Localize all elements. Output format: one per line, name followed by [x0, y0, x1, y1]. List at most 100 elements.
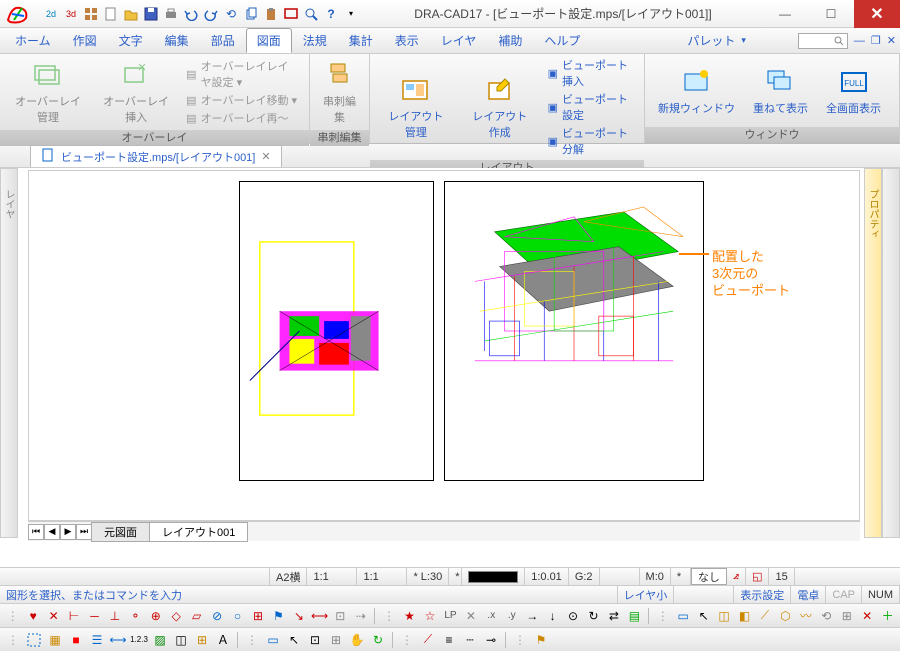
- snap-line-icon[interactable]: ─: [86, 607, 103, 625]
- layout-create-button[interactable]: レイアウト作成: [460, 71, 540, 143]
- arrow-right-icon[interactable]: →: [523, 607, 540, 625]
- qat-zoom-icon[interactable]: [302, 5, 320, 23]
- line-weight-icon[interactable]: ≡: [440, 631, 458, 649]
- fill-icon[interactable]: ▦: [46, 631, 64, 649]
- sel-cross-icon[interactable]: ◧: [736, 607, 753, 625]
- minimize-button[interactable]: —: [762, 0, 808, 28]
- snap-grid-icon[interactable]: ⊞: [249, 607, 266, 625]
- star-outline-icon[interactable]: ☆: [421, 607, 438, 625]
- refresh-icon[interactable]: ↻: [369, 631, 387, 649]
- document-tab[interactable]: ビューポート設定.mps/[レイアウト001] ✕: [30, 145, 282, 167]
- g-status[interactable]: G:2: [569, 568, 600, 585]
- block-icon[interactable]: ◫: [172, 631, 190, 649]
- search-box[interactable]: [798, 33, 848, 49]
- maximize-button[interactable]: ☐: [808, 0, 854, 28]
- tb2-handle4-icon[interactable]: ⋮: [511, 631, 529, 649]
- num-status[interactable]: 15: [769, 568, 794, 585]
- snap-center-icon[interactable]: ⊕: [147, 607, 164, 625]
- m-status[interactable]: M:0: [640, 568, 671, 585]
- qat-screen-icon[interactable]: [282, 5, 300, 23]
- layer-small[interactable]: レイヤ小: [618, 586, 675, 603]
- tb-handle-icon[interactable]: ⋮: [4, 607, 21, 625]
- overlay-insert-button[interactable]: オーバーレイ挿入: [94, 56, 178, 128]
- pan-icon[interactable]: ✋: [348, 631, 366, 649]
- tab-edit[interactable]: 編集: [154, 28, 200, 53]
- color-icon[interactable]: ■: [67, 631, 85, 649]
- none-status[interactable]: なし: [691, 568, 727, 585]
- qat-copy-icon[interactable]: [242, 5, 260, 23]
- qat-open-icon[interactable]: [122, 5, 140, 23]
- dim-icon[interactable]: ⟷: [109, 631, 127, 649]
- paper-size[interactable]: A2横: [270, 568, 307, 585]
- arrow-down-icon[interactable]: ↓: [544, 607, 561, 625]
- zoom-all-icon[interactable]: ⊞: [327, 631, 345, 649]
- qat-paste-icon[interactable]: [262, 5, 280, 23]
- overlay-layer-set-button[interactable]: ▤オーバーレイレイヤ設定 ▾: [182, 57, 303, 91]
- arrow-icon[interactable]: ↘: [290, 607, 307, 625]
- drawing-canvas[interactable]: 配置した 3次元の ビューポート: [28, 170, 860, 521]
- skewer-edit-button[interactable]: 串刺編集: [316, 56, 363, 128]
- cursor-icon[interactable]: ↖: [285, 631, 303, 649]
- snap-end-icon[interactable]: ⊢: [65, 607, 82, 625]
- ratio[interactable]: 1:0.01: [525, 568, 569, 585]
- line-style-icon[interactable]: ⟋: [419, 631, 437, 649]
- left-sidebar[interactable]: レイヤ: [0, 168, 18, 538]
- zoom-win-icon[interactable]: ⊡: [306, 631, 324, 649]
- qat-help-icon[interactable]: ?: [322, 5, 340, 23]
- qat-grid-icon[interactable]: [82, 5, 100, 23]
- scale1[interactable]: 1:1: [307, 568, 357, 585]
- snap-quad-icon[interactable]: ◇: [168, 607, 185, 625]
- right-sidebar[interactable]: [882, 168, 900, 538]
- layer-list-icon[interactable]: ☰: [88, 631, 106, 649]
- snap-ext-icon[interactable]: ⇢: [352, 607, 369, 625]
- layout-tab-original[interactable]: 元図面: [91, 522, 150, 542]
- qat-save-icon[interactable]: [142, 5, 160, 23]
- layout-tab-layout001[interactable]: レイアウト001: [149, 522, 248, 542]
- viewport-split-button[interactable]: ▣ビューポート分解: [544, 124, 638, 158]
- viewport-2d[interactable]: [239, 181, 434, 481]
- qat-new-icon[interactable]: [102, 5, 120, 23]
- qat-redo-icon[interactable]: [202, 5, 220, 23]
- lp-label[interactable]: LP: [442, 607, 459, 625]
- star-red-icon[interactable]: ★: [401, 607, 418, 625]
- palette-menu[interactable]: パレット: [687, 32, 735, 49]
- right-sidebar-properties[interactable]: プロパティ: [864, 168, 882, 538]
- qat-dropdown-icon[interactable]: ▾: [342, 5, 360, 23]
- nav-last-button[interactable]: ⏭: [76, 524, 92, 540]
- tb-handle3-icon[interactable]: ⋮: [654, 607, 671, 625]
- qat-undo-icon[interactable]: [182, 5, 200, 23]
- doc-tab-close-icon[interactable]: ✕: [261, 150, 270, 163]
- snap-mid-icon[interactable]: ⚬: [127, 607, 144, 625]
- flag-icon[interactable]: ⚑: [270, 607, 287, 625]
- tb-handle2-icon[interactable]: ⋮: [380, 607, 397, 625]
- scale2[interactable]: 1:1: [357, 568, 407, 585]
- color-swatch[interactable]: [462, 568, 525, 585]
- sel-plus-icon[interactable]: ＋: [879, 607, 896, 625]
- qat-tool1-icon[interactable]: ⟲: [222, 5, 240, 23]
- tab-law[interactable]: 法規: [292, 28, 338, 53]
- snap-near-icon[interactable]: ⊡: [332, 607, 349, 625]
- layer-status[interactable]: * L:30: [407, 568, 449, 585]
- tab-help[interactable]: ヘルプ: [533, 28, 591, 53]
- overlay-mgmt-button[interactable]: オーバーレイ管理: [6, 56, 90, 128]
- snap-face-icon[interactable]: ▱: [188, 607, 205, 625]
- layout-mgmt-button[interactable]: レイアウト管理: [376, 71, 456, 143]
- sel-free-icon[interactable]: 〰: [797, 607, 814, 625]
- viewport-3d[interactable]: [444, 181, 704, 481]
- text-icon[interactable]: Ａ: [214, 631, 232, 649]
- group-icon[interactable]: ⊞: [193, 631, 211, 649]
- sel-rect-icon[interactable]: ▭: [675, 607, 692, 625]
- tab-view[interactable]: 表示: [384, 28, 430, 53]
- tab-text[interactable]: 文字: [108, 28, 154, 53]
- tab-layer[interactable]: レイヤ: [430, 28, 488, 53]
- qat-print-icon[interactable]: [162, 5, 180, 23]
- viewport-insert-button[interactable]: ▣ビューポート挿入: [544, 56, 638, 90]
- nav-first-button[interactable]: ⏮: [28, 524, 44, 540]
- sel-cursor-icon[interactable]: ↖: [695, 607, 712, 625]
- y-label[interactable]: .y: [503, 607, 520, 625]
- flag2-icon[interactable]: ⚑: [532, 631, 550, 649]
- x-label[interactable]: .x: [483, 607, 500, 625]
- sel-x-icon[interactable]: ✕: [858, 607, 875, 625]
- tb2-handle-icon[interactable]: ⋮: [4, 631, 22, 649]
- mdi-close-icon[interactable]: ✕: [887, 34, 896, 47]
